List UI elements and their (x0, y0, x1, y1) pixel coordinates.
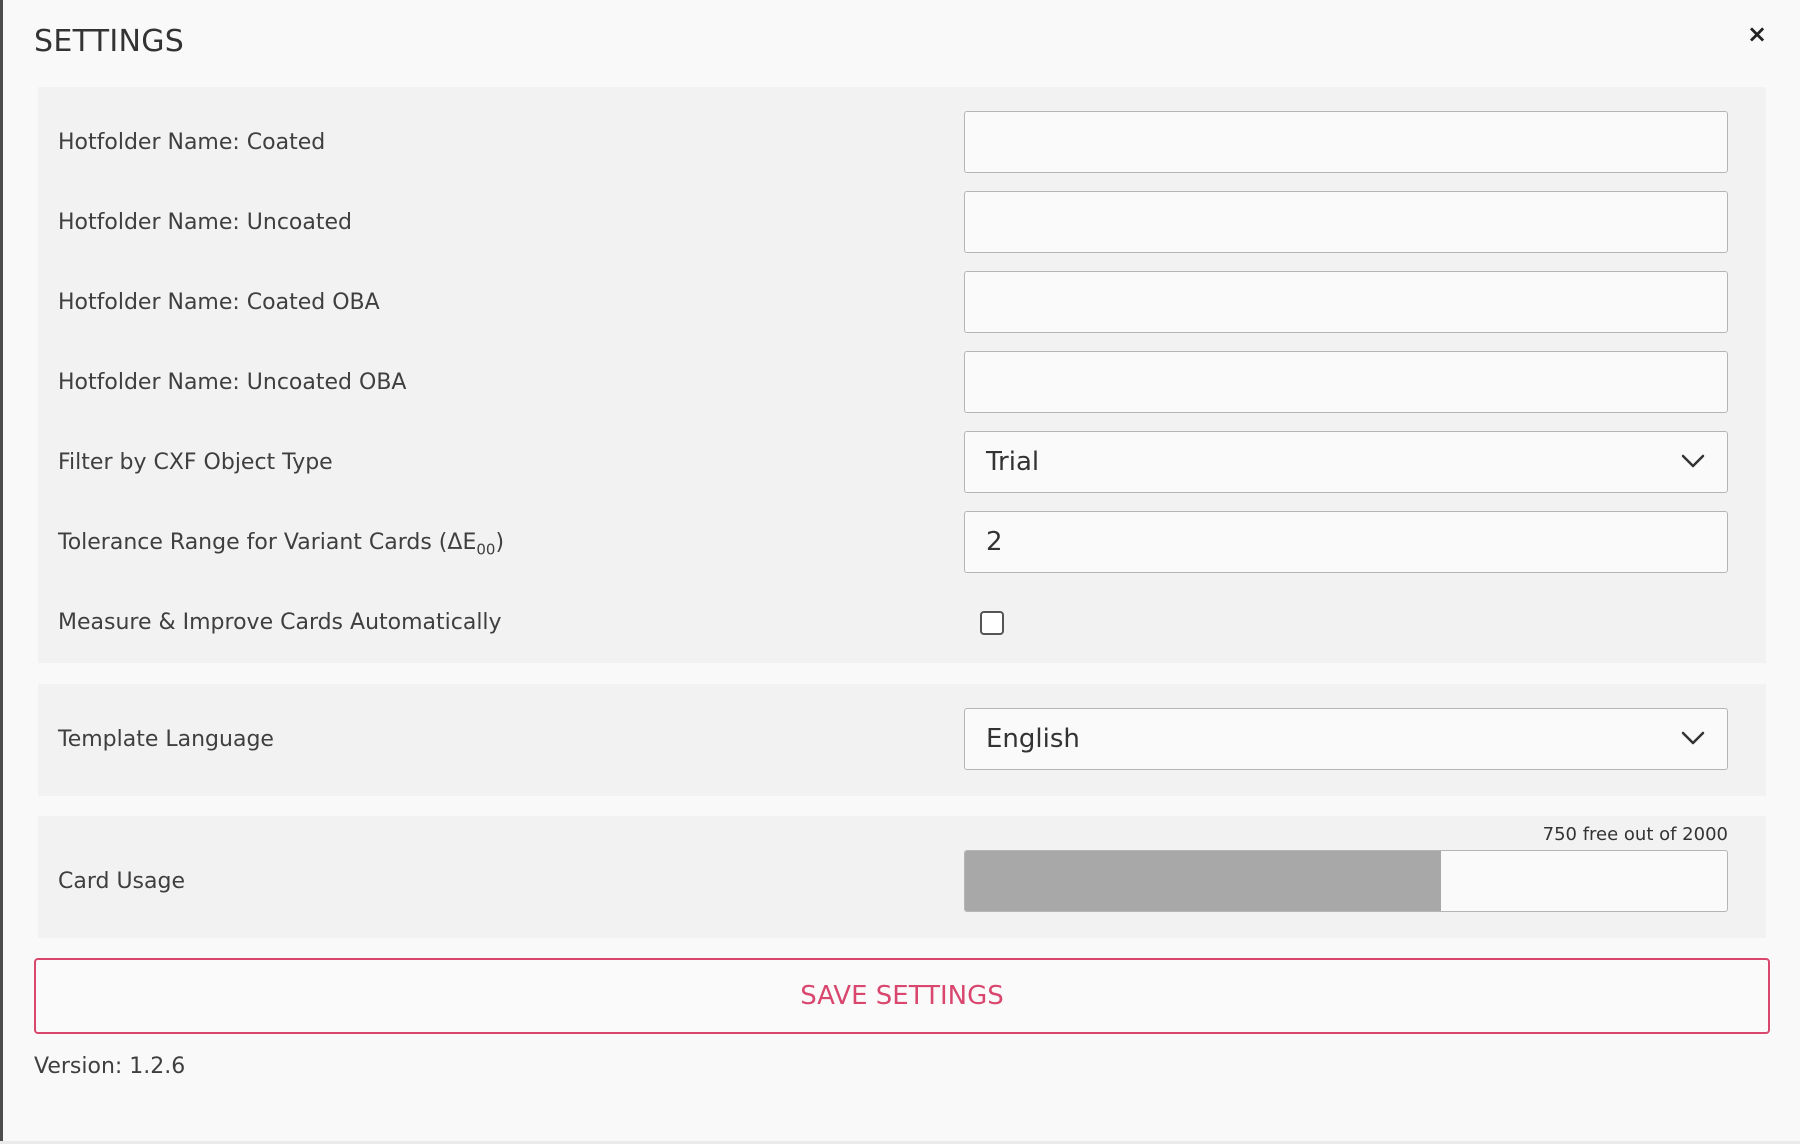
row-filter-cxf: Filter by CXF Object Type Trial (38, 431, 1766, 495)
filter-cxf-select[interactable]: Trial (964, 431, 1728, 493)
hotfolder-coated-label: Hotfolder Name: Coated (58, 130, 326, 155)
row-measure-auto: Measure & Improve Cards Automatically (38, 591, 1766, 655)
hotfolder-coated-oba-label: Hotfolder Name: Coated OBA (58, 290, 380, 315)
hotfolder-uncoated-oba-label: Hotfolder Name: Uncoated OBA (58, 370, 407, 395)
filter-cxf-selected-value: Trial (986, 447, 1040, 477)
template-language-label: Template Language (58, 727, 274, 752)
hotfolder-uncoated-label: Hotfolder Name: Uncoated (58, 210, 353, 235)
row-hotfolder-uncoated-oba: Hotfolder Name: Uncoated OBA (38, 351, 1766, 415)
hotfolder-coated-input[interactable] (964, 111, 1728, 173)
tolerance-label-main: Tolerance Range for Variant Cards (ΔE (58, 530, 477, 555)
measure-auto-label: Measure & Improve Cards Automatically (58, 610, 502, 635)
tolerance-label-subscript: 00 (476, 540, 496, 559)
chevron-down-icon (1681, 454, 1705, 468)
hotfolder-uncoated-input[interactable] (964, 191, 1728, 253)
measure-auto-checkbox[interactable] (980, 611, 1004, 635)
save-settings-button[interactable]: SAVE SETTINGS (34, 958, 1770, 1034)
chevron-down-icon (1681, 731, 1705, 745)
usage-count-text: 750 free out of 2000 (1542, 824, 1728, 845)
card-usage-progress-bar (964, 850, 1728, 912)
usage-panel: 750 free out of 2000 Card Usage (38, 816, 1766, 938)
row-hotfolder-uncoated: Hotfolder Name: Uncoated (38, 191, 1766, 255)
tolerance-label: Tolerance Range for Variant Cards (ΔE00) (58, 511, 504, 575)
card-usage-label: Card Usage (58, 869, 186, 894)
template-language-selected-value: English (986, 724, 1080, 754)
settings-panel: Hotfolder Name: Coated Hotfolder Name: U… (38, 87, 1766, 663)
card-usage-progress-fill (965, 851, 1442, 911)
row-template-language: Template Language English (38, 708, 1766, 772)
tolerance-value: 2 (986, 527, 1003, 557)
version-text: Version: 1.2.6 (34, 1054, 186, 1079)
tolerance-input[interactable]: 2 (964, 511, 1728, 573)
dialog-title: SETTINGS (34, 24, 185, 59)
row-hotfolder-coated: Hotfolder Name: Coated (38, 111, 1766, 175)
window-left-border (0, 0, 3, 1144)
language-panel: Template Language English (38, 684, 1766, 796)
row-tolerance: Tolerance Range for Variant Cards (ΔE00)… (38, 511, 1766, 575)
tolerance-label-end: ) (495, 530, 505, 555)
close-icon[interactable]: × (1747, 22, 1767, 46)
filter-cxf-label: Filter by CXF Object Type (58, 450, 333, 475)
hotfolder-coated-oba-input[interactable] (964, 271, 1728, 333)
template-language-select[interactable]: English (964, 708, 1728, 770)
hotfolder-uncoated-oba-input[interactable] (964, 351, 1728, 413)
row-hotfolder-coated-oba: Hotfolder Name: Coated OBA (38, 271, 1766, 335)
